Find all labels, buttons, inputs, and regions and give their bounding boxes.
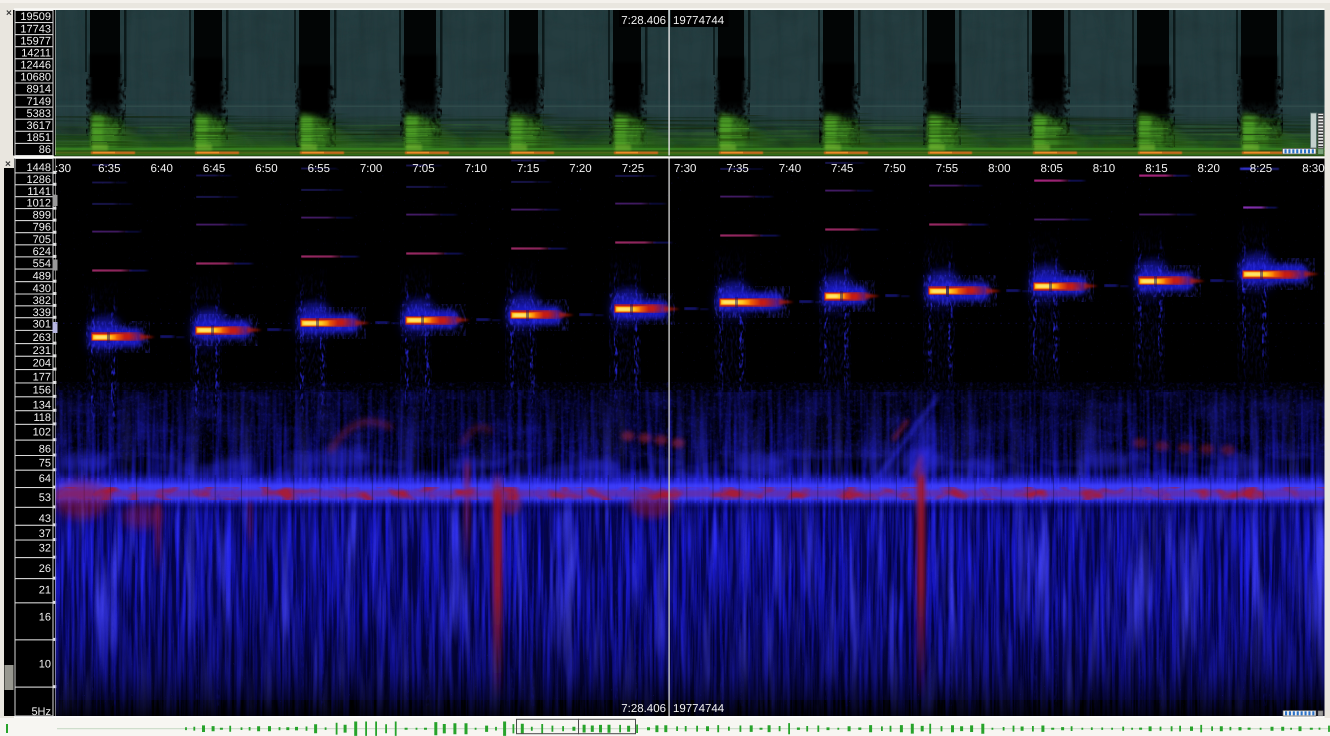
svg-text:14211: 14211 xyxy=(21,47,51,59)
svg-text:7:30: 7:30 xyxy=(674,163,696,175)
svg-text:10680: 10680 xyxy=(20,72,51,84)
svg-text:7:05: 7:05 xyxy=(412,163,434,175)
svg-text:624: 624 xyxy=(33,246,51,258)
svg-text:7:20: 7:20 xyxy=(569,163,591,175)
svg-text:8:30: 8:30 xyxy=(1302,163,1324,175)
svg-text:7:40: 7:40 xyxy=(779,163,801,175)
svg-text:12446: 12446 xyxy=(20,60,51,72)
svg-text:1012: 1012 xyxy=(27,198,51,210)
svg-text:19774744: 19774744 xyxy=(673,15,725,27)
svg-text:64: 64 xyxy=(39,473,51,485)
svg-text:86: 86 xyxy=(39,144,51,156)
svg-text:6:40: 6:40 xyxy=(151,163,173,175)
svg-text:177: 177 xyxy=(33,372,51,384)
svg-text:8:15: 8:15 xyxy=(1145,163,1167,175)
svg-text:8:10: 8:10 xyxy=(1093,163,1115,175)
svg-text:705: 705 xyxy=(33,234,51,246)
svg-text:134: 134 xyxy=(33,399,51,411)
svg-text:19509: 19509 xyxy=(20,11,51,23)
svg-text:17743: 17743 xyxy=(20,23,51,35)
svg-text:7:50: 7:50 xyxy=(883,163,905,175)
svg-text:1851: 1851 xyxy=(27,132,51,144)
svg-text:7:10: 7:10 xyxy=(465,163,487,175)
svg-text:86: 86 xyxy=(39,444,51,456)
svg-text:8:20: 8:20 xyxy=(1198,163,1220,175)
svg-text:5Hz: 5Hz xyxy=(31,706,51,718)
svg-text:6:45: 6:45 xyxy=(203,163,225,175)
svg-text:231: 231 xyxy=(33,345,51,357)
svg-text:15977: 15977 xyxy=(20,35,51,47)
svg-text:796: 796 xyxy=(33,222,51,234)
svg-text:8:25: 8:25 xyxy=(1250,163,1272,175)
svg-text:1448: 1448 xyxy=(27,162,51,174)
svg-text:899: 899 xyxy=(33,210,51,222)
svg-text:6:35: 6:35 xyxy=(98,163,120,175)
svg-text:21: 21 xyxy=(39,584,51,596)
svg-text:7:35: 7:35 xyxy=(726,163,748,175)
svg-text:7:15: 7:15 xyxy=(517,163,539,175)
svg-text:7149: 7149 xyxy=(27,96,51,108)
svg-text:7:45: 7:45 xyxy=(831,163,853,175)
svg-text:26: 26 xyxy=(39,563,51,575)
svg-text:204: 204 xyxy=(33,358,51,370)
svg-text:53: 53 xyxy=(39,492,51,504)
svg-text:75: 75 xyxy=(39,457,51,469)
svg-text:8914: 8914 xyxy=(27,84,51,96)
svg-text:382: 382 xyxy=(33,295,51,307)
svg-text:301: 301 xyxy=(33,319,51,331)
svg-text:554: 554 xyxy=(33,258,51,270)
svg-text::30: :30 xyxy=(55,163,71,175)
svg-text:7:28.406: 7:28.406 xyxy=(621,15,666,27)
svg-text:263: 263 xyxy=(33,332,51,344)
svg-text:7:55: 7:55 xyxy=(936,163,958,175)
svg-text:5383: 5383 xyxy=(27,108,51,120)
svg-text:6:50: 6:50 xyxy=(255,163,277,175)
svg-text:339: 339 xyxy=(33,307,51,319)
svg-text:16: 16 xyxy=(39,611,51,623)
svg-text:7:28.406: 7:28.406 xyxy=(621,703,666,715)
svg-text:489: 489 xyxy=(33,270,51,282)
svg-text:7:25: 7:25 xyxy=(622,163,644,175)
svg-text:43: 43 xyxy=(39,513,51,525)
svg-text:102: 102 xyxy=(33,427,51,439)
svg-text:8:05: 8:05 xyxy=(1041,163,1063,175)
svg-text:37: 37 xyxy=(39,528,51,540)
svg-text:156: 156 xyxy=(33,384,51,396)
svg-text:10: 10 xyxy=(39,658,51,670)
svg-text:×: × xyxy=(5,159,11,170)
svg-text:19774744: 19774744 xyxy=(673,703,725,715)
svg-text:3617: 3617 xyxy=(27,120,51,132)
svg-text:7:00: 7:00 xyxy=(360,163,382,175)
svg-text:6:55: 6:55 xyxy=(308,163,330,175)
svg-text:8:00: 8:00 xyxy=(988,163,1010,175)
svg-text:1141: 1141 xyxy=(27,186,51,198)
svg-text:430: 430 xyxy=(33,283,51,295)
svg-text:×: × xyxy=(6,8,12,19)
svg-text:32: 32 xyxy=(39,542,51,554)
svg-text:1286: 1286 xyxy=(27,174,51,186)
svg-text:118: 118 xyxy=(33,412,51,424)
